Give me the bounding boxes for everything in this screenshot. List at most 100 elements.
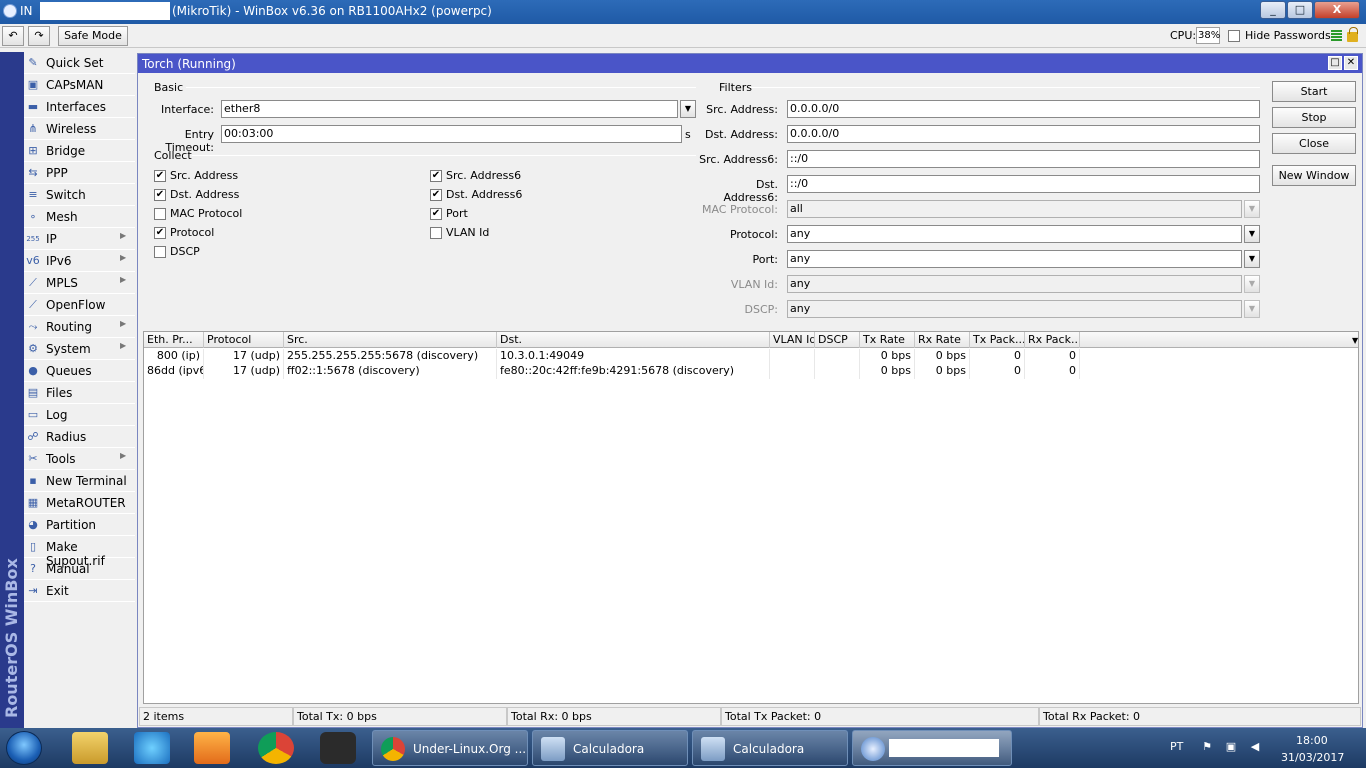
- sidebar-item-log[interactable]: ▭ Log: [24, 404, 135, 426]
- column-header[interactable]: VLAN Id: [770, 332, 815, 348]
- column-header[interactable]: Tx Pack...: [970, 332, 1025, 348]
- sidebar-item-bridge[interactable]: ⊞ Bridge: [24, 140, 135, 162]
- collect-protocol-checkbox[interactable]: ✔: [154, 227, 166, 239]
- start-button[interactable]: [6, 731, 42, 765]
- src-address-input[interactable]: 0.0.0.0/0: [787, 100, 1260, 118]
- stop-button[interactable]: Stop: [1272, 107, 1356, 128]
- start-button[interactable]: Start: [1272, 81, 1356, 102]
- hide-passwords-checkbox[interactable]: [1228, 30, 1240, 42]
- clock-date[interactable]: 31/03/2017: [1281, 751, 1344, 764]
- column-header[interactable]: DSCP: [815, 332, 860, 348]
- taskbar-task-winbox[interactable]: [852, 730, 1012, 766]
- language-indicator[interactable]: PT: [1170, 740, 1183, 753]
- chrome-icon[interactable]: [258, 732, 294, 764]
- sidebar-item-queues[interactable]: ● Queues: [24, 360, 135, 382]
- sidebar-item-make-supout-rif[interactable]: ▯ Make Supout.rif: [24, 536, 135, 568]
- taskbar-task-calculadora[interactable]: Calculadora: [532, 730, 688, 766]
- volume-icon[interactable]: ◀: [1248, 740, 1262, 754]
- collect-port-label: Port: [446, 207, 468, 220]
- column-header[interactable]: Dst.: [497, 332, 770, 348]
- sidebar-item-mesh[interactable]: ∘ Mesh: [24, 206, 135, 228]
- sidebar-item-metarouter[interactable]: ▦ MetaROUTER: [24, 492, 135, 514]
- sidebar-item-capsman[interactable]: ▣ CAPsMAN: [24, 74, 135, 96]
- collect-vlan-id-checkbox[interactable]: [430, 227, 442, 239]
- sidebar-item-new-terminal[interactable]: ▪ New Terminal: [24, 470, 135, 492]
- collect-src-address-checkbox[interactable]: ✔: [154, 170, 166, 182]
- media-player-icon[interactable]: [194, 732, 230, 764]
- network-icon[interactable]: ▣: [1224, 740, 1238, 754]
- collect-dscp-checkbox[interactable]: [154, 246, 166, 258]
- taskbar-task-under-linux-org[interactable]: Under-Linux.Org ...: [372, 730, 528, 766]
- sidebar-item-partition[interactable]: ◕ Partition: [24, 514, 135, 536]
- sidebar-item-files[interactable]: ▤ Files: [24, 382, 135, 404]
- minimize-button[interactable]: _: [1260, 1, 1286, 19]
- explorer-icon[interactable]: [72, 732, 108, 764]
- undo-button[interactable]: ↶: [2, 26, 24, 46]
- sidebar-item-label: MPLS: [46, 276, 78, 290]
- collect-dst-address-checkbox[interactable]: ✔: [154, 189, 166, 201]
- sidebar-item-openflow[interactable]: ⟋ OpenFlow: [24, 294, 135, 316]
- safe-mode-button[interactable]: Safe Mode: [58, 26, 128, 46]
- sidebar-item-ip[interactable]: 255 IP ▶: [24, 228, 135, 250]
- column-header[interactable]: Eth. Pr...: [144, 332, 204, 348]
- basic-divider: [186, 87, 696, 88]
- sidebar-item-switch[interactable]: ≡ Switch: [24, 184, 135, 206]
- src-address6-input[interactable]: ::/0: [787, 150, 1260, 168]
- sidebar-item-wireless[interactable]: ⋔ Wireless: [24, 118, 135, 140]
- interface-dropdown-button[interactable]: ▼: [680, 100, 696, 118]
- filters-divider: [750, 87, 1260, 88]
- table-row[interactable]: 800 (ip) 17 (udp) 255.255.255.255:5678 (di…: [144, 349, 1358, 364]
- column-menu-icon[interactable]: ▼: [1352, 336, 1358, 345]
- sidebar-item-quick-set[interactable]: ✎ Quick Set: [24, 52, 135, 74]
- collect-port-checkbox[interactable]: ✔: [430, 208, 442, 220]
- sidebar-item-mpls[interactable]: ⟋ MPLS ▶: [24, 272, 135, 294]
- collect-mac-protocol-checkbox[interactable]: [154, 208, 166, 220]
- status-bars-icon: [1331, 30, 1342, 42]
- sidebar-item-radius[interactable]: ☍ Radius: [24, 426, 135, 448]
- dst-address-input[interactable]: 0.0.0.0/0: [787, 125, 1260, 143]
- entry-timeout-input[interactable]: 00:03:00: [221, 125, 682, 143]
- maximize-button[interactable]: □: [1287, 1, 1313, 19]
- dst-address6-label: Dst. Address6:: [723, 178, 778, 204]
- sidebar-item-interfaces[interactable]: ▬ Interfaces: [24, 96, 135, 118]
- sidebar-item-ppp[interactable]: ⇆ PPP: [24, 162, 135, 184]
- new-window-button[interactable]: New Window: [1272, 165, 1356, 186]
- action-center-flag-icon[interactable]: ⚑: [1200, 740, 1214, 754]
- torch-close-button[interactable]: ✕: [1344, 56, 1358, 70]
- collect-src-address6-checkbox[interactable]: ✔: [430, 170, 442, 182]
- port-select[interactable]: any: [787, 250, 1242, 268]
- nox-icon[interactable]: [320, 732, 356, 764]
- table-cell: 17 (udp): [204, 349, 284, 364]
- dst-address6-input[interactable]: ::/0: [787, 175, 1260, 193]
- column-header[interactable]: Rx Rate: [915, 332, 970, 348]
- column-header[interactable]: Protocol: [204, 332, 284, 348]
- taskbar-task-calculadora[interactable]: Calculadora: [692, 730, 848, 766]
- table-row[interactable]: 86dd (ipv6)17 (udp)ff02::1:5678 (discove…: [144, 364, 1358, 379]
- column-header[interactable]: Tx Rate: [860, 332, 915, 348]
- sidebar-item-label: IP: [46, 232, 57, 246]
- vlan-id-dropdown-button: ▼: [1244, 275, 1260, 293]
- redo-button[interactable]: ↷: [28, 26, 50, 46]
- internet-explorer-icon[interactable]: [134, 732, 170, 764]
- clock-time[interactable]: 18:00: [1296, 734, 1328, 747]
- status-total-rx-packet: Total Rx Packet: 0: [1039, 707, 1361, 726]
- sidebar-item-ipv6[interactable]: v6 IPv6 ▶: [24, 250, 135, 272]
- port-dropdown-button[interactable]: ▼: [1244, 250, 1260, 268]
- protocol-select[interactable]: any: [787, 225, 1242, 243]
- collect-dst-address6-checkbox[interactable]: ✔: [430, 189, 442, 201]
- mac-protocol-select: all: [787, 200, 1242, 218]
- sidebar-item-routing[interactable]: ⤳ Routing ▶: [24, 316, 135, 338]
- column-header[interactable]: Src.: [284, 332, 497, 348]
- window-title-prefix: IN: [20, 4, 33, 18]
- sidebar-item-manual[interactable]: ? Manual: [24, 558, 135, 580]
- sidebar-item-tools[interactable]: ✂ Tools ▶: [24, 448, 135, 470]
- close-button[interactable]: X: [1314, 1, 1360, 19]
- sidebar-item-label: Log: [46, 408, 68, 422]
- close-torch-button[interactable]: Close: [1272, 133, 1356, 154]
- sidebar-item-system[interactable]: ⚙ System ▶: [24, 338, 135, 360]
- torch-maximize-button[interactable]: □: [1328, 56, 1342, 70]
- interface-select[interactable]: ether8: [221, 100, 678, 118]
- sidebar-item-exit[interactable]: ⇥ Exit: [24, 580, 135, 602]
- protocol-dropdown-button[interactable]: ▼: [1244, 225, 1260, 243]
- column-header[interactable]: Rx Pack...: [1025, 332, 1080, 348]
